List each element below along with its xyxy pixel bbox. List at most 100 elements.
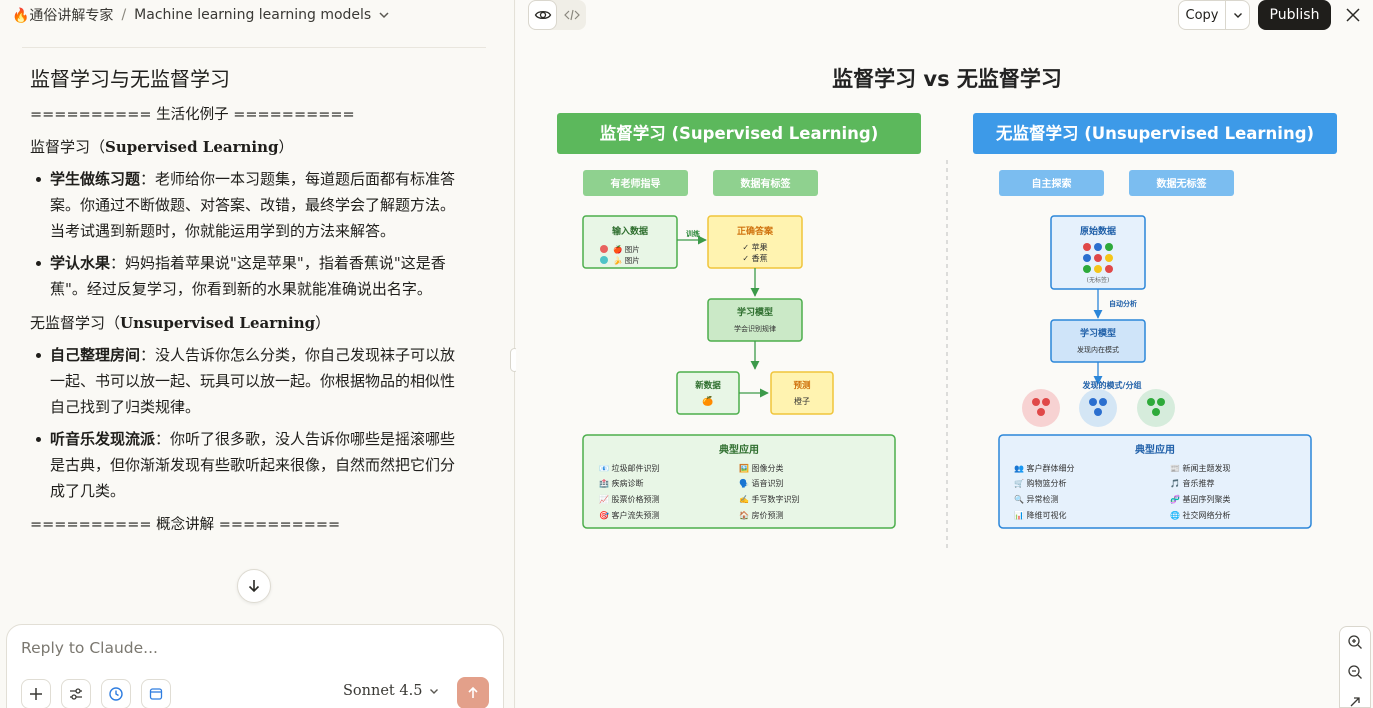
- send-button[interactable]: [457, 677, 489, 708]
- item-label: 听音乐发现流派: [50, 430, 156, 448]
- list-item: 学生做练习题：老师给你一本习题集，每道题后面都有标准答案。你通过不断做题、对答案…: [30, 166, 460, 244]
- zoom-controls: [1339, 626, 1371, 708]
- zoom-in-button[interactable]: [1340, 627, 1370, 657]
- publish-button[interactable]: Publish: [1258, 0, 1331, 30]
- clock-icon: [109, 687, 123, 701]
- section-separator: ========== 生活化例子 ==========: [30, 107, 355, 123]
- sup-apps-title: 典型应用: [719, 443, 759, 456]
- unsup-example-list: 自己整理房间：没人告诉你怎么分类，你自己发现袜子可以放一起、书可以放一起、玩具可…: [30, 342, 460, 504]
- sup-header: 监督学习 (Supervised Learning): [600, 123, 879, 143]
- zoom-in-icon: [1348, 635, 1362, 649]
- artifact-pane: 监督学习 vs 无监督学习 监督学习 (Supervised Learning)…: [516, 0, 1373, 708]
- sup-tag-teacher: 有老师指导: [611, 177, 661, 190]
- divider: [22, 47, 486, 48]
- copy-options-button[interactable]: [1226, 9, 1249, 21]
- app-item: 🎵 音乐推荐: [1170, 478, 1215, 488]
- unsup-tag-unlabeled: 数据无标签: [1157, 177, 1208, 190]
- code-icon: [563, 9, 580, 21]
- orange-icon: 🍊: [702, 395, 714, 407]
- found-label: 发现的模式/分组: [1082, 380, 1142, 390]
- add-button[interactable]: [21, 679, 51, 708]
- history-button[interactable]: [101, 679, 131, 708]
- sup-tag-labeled: 数据有标签: [741, 177, 792, 190]
- assistant-message: 监督学习与无监督学习 ========== 生活化例子 ========== 监…: [30, 58, 460, 544]
- sup-model-box: [707, 298, 803, 342]
- scroll-down-button[interactable]: [237, 569, 271, 603]
- conversation-title[interactable]: Machine learning learning models: [134, 7, 371, 23]
- project-link[interactable]: 🔥通俗讲解专家: [12, 5, 113, 25]
- item-label: 学生做练习题: [50, 170, 141, 188]
- unsup-model-title: 学习模型: [1080, 327, 1116, 339]
- list-item: 听音乐发现流派：你听了很多歌，没人告诉你哪些是摇滚哪些是古典，但你渐渐发现有些歌…: [30, 426, 460, 504]
- zoom-out-button[interactable]: [1340, 657, 1370, 687]
- title-en: Unsupervised Learning: [120, 314, 316, 332]
- diagram-title: 监督学习 vs 无监督学习: [832, 67, 1062, 91]
- app-item: 📈 股票价格预测: [599, 494, 660, 504]
- app-item: 🔍 异常检测: [1014, 494, 1059, 504]
- sup-example-list: 学生做练习题：老师给你一本习题集，每道题后面都有标准答案。你通过不断做题、对答案…: [30, 166, 460, 302]
- item-label: 学认水果: [50, 254, 111, 272]
- comparison-diagram: 监督学习 vs 无监督学习 监督学习 (Supervised Learning)…: [557, 67, 1337, 550]
- section-separator: ========== 概念讲解 ==========: [30, 517, 341, 533]
- sup-section-title: 监督学习（Supervised Learning）: [30, 134, 460, 160]
- new-data-box: [676, 371, 740, 415]
- item-text: ：妈妈指着苹果说"这是苹果"，指着香蕉说"这是香蕉"。经过反复学习，你看到新的水…: [50, 254, 446, 298]
- unsup-section-title: 无监督学习（Unsupervised Learning）: [30, 310, 460, 336]
- cluster-red: [1022, 389, 1060, 427]
- answer-title: 正确答案: [737, 225, 774, 237]
- title-suffix: ）: [278, 138, 294, 156]
- unsup-apps-title: 典型应用: [1135, 443, 1175, 456]
- cluster-green: [1137, 389, 1175, 427]
- expand-icon: [1350, 697, 1360, 707]
- app-item: 👥 客户群体细分: [1014, 463, 1075, 473]
- close-icon[interactable]: [1344, 6, 1362, 24]
- app-item: 🛒 购物篮分析: [1014, 478, 1067, 488]
- sliders-icon: [70, 688, 82, 700]
- prediction-box: [770, 371, 834, 415]
- fit-button[interactable]: [1340, 687, 1370, 708]
- app-item: 📧 垃圾邮件识别: [599, 463, 660, 473]
- raw-data-note: (无标签): [1087, 276, 1110, 284]
- composer: Sonnet 4.5: [6, 624, 504, 708]
- view-toggle: [528, 0, 586, 30]
- unsup-tag-self: 自主探索: [1032, 177, 1072, 190]
- title-suffix: ）: [315, 314, 331, 332]
- answer-banana: ✓ 香蕉: [742, 253, 767, 263]
- app-item: 📊 降维可视化: [1014, 510, 1067, 520]
- red-dot: [600, 245, 608, 253]
- chat-pane: 🔥通俗讲解专家 / Machine learning learning mode…: [0, 0, 515, 708]
- code-tab[interactable]: [557, 0, 586, 30]
- unsup-model-box: [1050, 319, 1146, 363]
- preview-tab[interactable]: [528, 0, 557, 30]
- top-bar: 🔥通俗讲解专家 / Machine learning learning mode…: [0, 0, 515, 30]
- zoom-out-icon: [1348, 665, 1362, 679]
- answer-apple: ✓ 苹果: [742, 242, 767, 252]
- projects-button[interactable]: [141, 679, 171, 708]
- prediction-title: 预测: [793, 380, 811, 391]
- list-item: 自己整理房间：没人告诉你怎么分类，你自己发现袜子可以放一起、书可以放一起、玩具可…: [30, 342, 460, 420]
- sup-model-sub: 学会识别规律: [734, 324, 776, 333]
- archive-icon: [149, 688, 163, 700]
- app-item: 🖼️ 图像分类: [739, 463, 784, 473]
- input-row-banana: 🍌 图片: [613, 255, 640, 265]
- plus-icon: [30, 688, 42, 700]
- reply-input[interactable]: [21, 639, 491, 657]
- model-selector[interactable]: Sonnet 4.5: [343, 683, 440, 699]
- settings-button[interactable]: [61, 679, 91, 708]
- app-item: 🗣️ 语音识别: [739, 478, 784, 488]
- arrow-up-icon: [468, 686, 478, 698]
- app-item: 🌐 社交网络分析: [1170, 510, 1231, 520]
- teal-dot: [600, 256, 608, 264]
- raw-dots: [1083, 243, 1113, 273]
- app-item: 🏥 疾病诊断: [599, 478, 644, 488]
- title-en: Supervised Learning: [105, 138, 279, 156]
- chevron-down-icon[interactable]: [377, 8, 391, 22]
- new-data-title: 新数据: [695, 380, 721, 391]
- arrow-down-icon: [248, 580, 260, 593]
- chevron-down-icon: [430, 689, 439, 694]
- chevron-down-icon: [1233, 13, 1242, 18]
- copy-button[interactable]: Copy: [1179, 8, 1225, 23]
- unsup-model-sub: 发现内在模式: [1077, 345, 1119, 354]
- input-data-title: 输入数据: [612, 225, 648, 237]
- cluster-blue: [1079, 389, 1117, 427]
